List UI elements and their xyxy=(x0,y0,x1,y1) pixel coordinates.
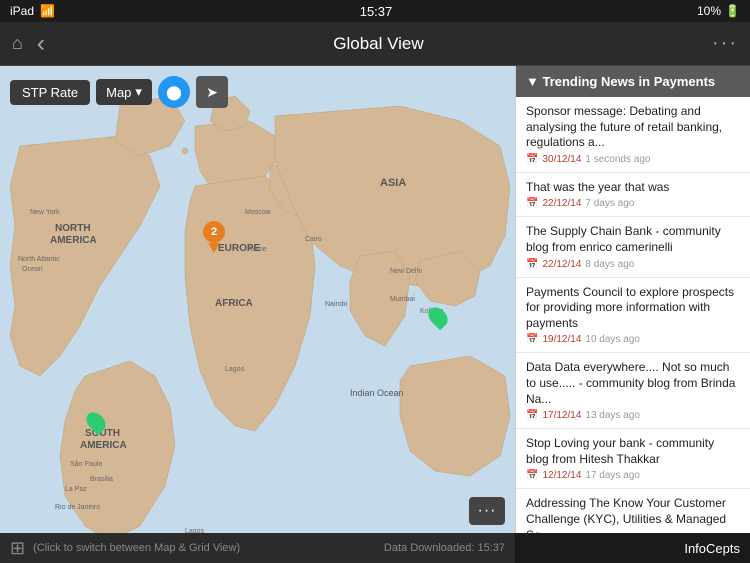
svg-text:Rome: Rome xyxy=(248,246,267,253)
page-title: Global View xyxy=(45,34,712,54)
svg-text:Nairobi: Nairobi xyxy=(325,301,348,308)
news-date-3: 19/12/14 xyxy=(542,334,581,345)
news-date-0: 30/12/14 xyxy=(542,154,581,165)
more-button[interactable]: ··· xyxy=(712,32,738,55)
svg-text:Ocean: Ocean xyxy=(22,266,43,273)
calendar-icon: 📅 xyxy=(526,154,538,165)
trending-news-list[interactable]: Sponsor message: Debating and analysing … xyxy=(516,97,750,563)
svg-text:Rio de Janeiro: Rio de Janeiro xyxy=(55,504,100,511)
calendar-icon: 📅 xyxy=(526,470,538,481)
news-title-4: Data Data everywhere.... Not so much to … xyxy=(526,360,740,407)
news-age-4: 13 days ago xyxy=(585,410,640,421)
device-label: iPad xyxy=(10,4,34,18)
bottom-left: ⊞ (Click to switch between Map & Grid Vi… xyxy=(10,538,240,559)
brand-name: InfoCepts xyxy=(684,541,740,556)
status-downloaded: Data Downloaded: 15:37 xyxy=(384,542,505,554)
trending-header: ▼ Trending News in Payments xyxy=(516,66,750,97)
svg-text:AMERICA: AMERICA xyxy=(80,440,127,451)
switch-view-label[interactable]: (Click to switch between Map & Grid View… xyxy=(33,542,240,554)
navigate-icon: ➤ xyxy=(206,84,218,101)
svg-text:Brasilia: Brasilia xyxy=(90,476,113,483)
news-item[interactable]: Data Data everywhere.... Not so much to … xyxy=(516,353,750,429)
grid-icon[interactable]: ⊞ xyxy=(10,538,25,559)
circle-view-button[interactable]: ⬤ xyxy=(158,76,190,108)
home-button[interactable]: ⌂ xyxy=(12,33,23,54)
calendar-icon: 📅 xyxy=(526,334,538,345)
svg-text:New Delhi: New Delhi xyxy=(390,268,422,275)
news-age-1: 7 days ago xyxy=(585,198,634,209)
news-meta-2: 📅 22/12/14 8 days ago xyxy=(526,259,740,270)
trending-panel: ▼ Trending News in Payments Sponsor mess… xyxy=(515,66,750,563)
news-title-2: The Supply Chain Bank - community blog f… xyxy=(526,224,740,255)
nav-bar: ⌂ ‹ Global View ··· xyxy=(0,22,750,66)
stp-rate-button[interactable]: STP Rate xyxy=(10,80,90,105)
status-bar: iPad 📶 15:37 10% 🔋 xyxy=(0,0,750,22)
more-options-button[interactable]: ··· xyxy=(469,497,505,525)
news-title-1: That was the year that was xyxy=(526,180,740,196)
brand-bar: InfoCepts xyxy=(515,533,750,563)
svg-text:North Atlantic: North Atlantic xyxy=(18,256,60,263)
pin-europe-count: 2 xyxy=(211,226,217,238)
news-age-2: 8 days ago xyxy=(585,259,634,270)
battery-icon: 🔋 xyxy=(725,4,740,18)
news-meta-3: 📅 19/12/14 10 days ago xyxy=(526,334,740,345)
svg-text:Cairo: Cairo xyxy=(305,236,322,243)
map-dropdown[interactable]: Map ▾ xyxy=(96,79,152,105)
svg-text:AMERICA: AMERICA xyxy=(50,235,97,246)
calendar-icon: 📅 xyxy=(526,410,538,421)
news-date-1: 22/12/14 xyxy=(542,198,581,209)
back-button[interactable]: ‹ xyxy=(37,30,45,58)
news-meta-4: 📅 17/12/14 13 days ago xyxy=(526,410,740,421)
status-left: iPad 📶 xyxy=(10,4,55,18)
svg-text:ASIA: ASIA xyxy=(380,177,406,189)
calendar-icon: 📅 xyxy=(526,259,538,270)
news-item[interactable]: Stop Loving your bank - community blog f… xyxy=(516,429,750,489)
svg-text:Mumbai: Mumbai xyxy=(390,296,415,303)
map-area[interactable]: NORTH AMERICA SOUTH AMERICA EUROPE AFRIC… xyxy=(0,66,515,563)
news-title-5: Stop Loving your bank - community blog f… xyxy=(526,436,740,467)
news-item[interactable]: Payments Council to explore prospects fo… xyxy=(516,278,750,354)
news-item[interactable]: The Supply Chain Bank - community blog f… xyxy=(516,217,750,277)
news-title-3: Payments Council to explore prospects fo… xyxy=(526,285,740,332)
status-right: 10% 🔋 xyxy=(697,4,740,18)
svg-text:Moscow: Moscow xyxy=(245,209,272,216)
nav-left-controls: ⌂ ‹ xyxy=(12,30,45,58)
bottom-bar: ⊞ (Click to switch between Map & Grid Vi… xyxy=(0,533,515,563)
status-time: 15:37 xyxy=(360,4,393,19)
calendar-icon: 📅 xyxy=(526,198,538,209)
news-age-0: 1 seconds ago xyxy=(585,154,650,165)
news-meta-5: 📅 12/12/14 17 days ago xyxy=(526,470,740,481)
pin-india[interactable] xyxy=(430,306,446,328)
svg-text:La Paz: La Paz xyxy=(65,486,87,493)
svg-text:New York: New York xyxy=(30,209,60,216)
pin-south-america[interactable] xyxy=(88,411,104,433)
map-toolbar: STP Rate Map ▾ ⬤ ➤ xyxy=(10,76,228,108)
pin-europe[interactable]: 2 xyxy=(203,221,225,249)
svg-text:São Paulo: São Paulo xyxy=(70,461,102,468)
svg-text:NORTH: NORTH xyxy=(55,223,91,234)
main-content: NORTH AMERICA SOUTH AMERICA EUROPE AFRIC… xyxy=(0,66,750,563)
trending-title: ▼ Trending News in Payments xyxy=(526,74,715,89)
dropdown-arrow-icon: ▾ xyxy=(135,84,142,100)
svg-text:Lagos: Lagos xyxy=(225,366,245,373)
map-dropdown-label: Map xyxy=(106,85,131,100)
news-meta-1: 📅 22/12/14 7 days ago xyxy=(526,198,740,209)
news-title-0: Sponsor message: Debating and analysing … xyxy=(526,104,740,151)
navigate-button[interactable]: ➤ xyxy=(196,76,228,108)
news-meta-0: 📅 30/12/14 1 seconds ago xyxy=(526,154,740,165)
news-date-2: 22/12/14 xyxy=(542,259,581,270)
news-age-5: 17 days ago xyxy=(585,470,640,481)
battery-label: 10% xyxy=(697,4,721,18)
news-date-4: 17/12/14 xyxy=(542,410,581,421)
svg-text:Indian Ocean: Indian Ocean xyxy=(350,388,404,398)
wifi-icon: 📶 xyxy=(40,4,55,18)
news-age-3: 10 days ago xyxy=(585,334,640,345)
news-item[interactable]: That was the year that was 📅 22/12/14 7 … xyxy=(516,173,750,218)
news-date-5: 12/12/14 xyxy=(542,470,581,481)
svg-text:AFRICA: AFRICA xyxy=(215,298,253,309)
circle-icon: ⬤ xyxy=(166,84,182,101)
news-item[interactable]: Sponsor message: Debating and analysing … xyxy=(516,97,750,173)
